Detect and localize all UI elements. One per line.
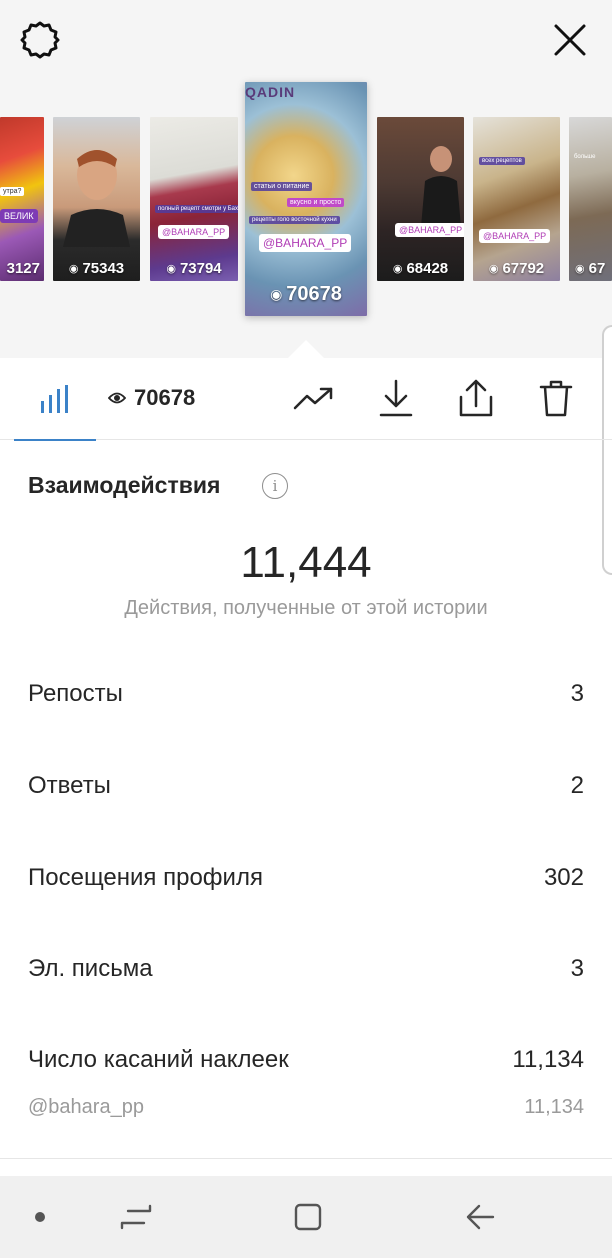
stat-label: Число касаний наклеек bbox=[28, 1046, 289, 1073]
story-thumbnail[interactable]: @BAHARA_PP ◉ 68428 bbox=[377, 117, 464, 281]
story-thumbnail[interactable]: полный рецепт смотри у Бахары @BAHARA_PP… bbox=[150, 117, 238, 281]
trash-icon bbox=[539, 380, 573, 417]
story-thumbnail[interactable]: ◉ 75343 bbox=[53, 117, 140, 281]
mention-value: 11,134 bbox=[524, 1096, 584, 1118]
story-sticker: @BAHARA_PP bbox=[259, 234, 352, 252]
stat-label: Репосты bbox=[28, 680, 123, 707]
story-views: ◉ 67 bbox=[575, 260, 606, 277]
interactions-total: 11,444 bbox=[240, 538, 372, 587]
story-views: ◉ 75343 bbox=[68, 260, 125, 277]
story-text: больше bbox=[574, 154, 596, 160]
story-thumbnail-selected[interactable]: QADIN статьи о питание вкусно и просто р… bbox=[245, 82, 367, 316]
story-sticker: @BAHARA_PP bbox=[479, 229, 551, 243]
story-views: ◉ 70678 bbox=[270, 283, 342, 305]
story-views: ◉ 73794 bbox=[166, 260, 222, 277]
story-text: статьи о питание bbox=[251, 182, 313, 191]
person-silhouette bbox=[421, 146, 461, 227]
story-text: QADIN bbox=[245, 84, 296, 100]
home-icon[interactable] bbox=[284, 1196, 332, 1238]
download-button[interactable] bbox=[372, 376, 420, 420]
stat-value: 302 bbox=[543, 864, 584, 891]
stat-row-sticker-taps: Число касаний наклеек 11,134 bbox=[28, 1046, 584, 1074]
interactions-caption: Действия, полученные от этой истории bbox=[124, 597, 488, 619]
stat-label: Ответы bbox=[28, 772, 111, 799]
eye-icon: ◉ bbox=[166, 263, 176, 275]
system-nav-bar bbox=[0, 1176, 612, 1258]
stat-value: 3 bbox=[570, 680, 584, 707]
story-text: полный рецепт смотри у Бахары bbox=[155, 205, 238, 213]
story-text: вкусно и просто bbox=[287, 198, 345, 207]
mention-label[interactable]: @bahara_pp bbox=[28, 1096, 144, 1119]
stat-value: 2 bbox=[570, 772, 584, 799]
stat-subrow-mention: @bahara_pp 11,134 bbox=[28, 1096, 584, 1119]
story-sticker: @BAHARA_PP bbox=[395, 223, 464, 237]
story-thumbnail[interactable]: больше ◉ 67 bbox=[569, 117, 612, 281]
nav-dot-icon[interactable] bbox=[28, 1196, 52, 1238]
stat-value: 3 bbox=[570, 955, 584, 982]
download-icon bbox=[379, 379, 413, 417]
delete-button[interactable] bbox=[532, 376, 580, 420]
close-icon[interactable] bbox=[548, 18, 592, 62]
recent-apps-icon[interactable] bbox=[112, 1196, 160, 1238]
eye-icon: ◉ bbox=[270, 286, 283, 302]
stat-value: 11,134 bbox=[512, 1046, 584, 1073]
eye-icon: ◉ bbox=[488, 263, 499, 275]
views-count: 70678 bbox=[108, 376, 218, 420]
info-icon[interactable]: i bbox=[262, 473, 288, 499]
stories-strip: утра? ВЕЛИК 3127 ◉ 75343 полный рецепт с… bbox=[0, 0, 612, 358]
back-icon[interactable] bbox=[456, 1196, 504, 1238]
story-views: ◉ 67792 bbox=[488, 260, 545, 277]
bar-chart-icon bbox=[41, 385, 68, 413]
story-text: всех рецептов bbox=[479, 157, 525, 165]
story-text: рецепты голо восточной кухни bbox=[249, 216, 340, 224]
story-text: утра? bbox=[0, 187, 25, 196]
story-sticker: @BAHARA_PP bbox=[158, 225, 230, 239]
stat-row-emails: Эл. письма 3 bbox=[28, 955, 584, 983]
story-views: 3127 bbox=[6, 260, 40, 277]
section-title: Взаимодействия bbox=[28, 472, 221, 498]
story-toolbar: 70678 bbox=[0, 358, 612, 441]
settings-icon[interactable] bbox=[18, 18, 62, 62]
insights-tab[interactable] bbox=[14, 358, 96, 441]
selected-indicator bbox=[288, 340, 324, 358]
stat-row-reposts: Репосты 3 bbox=[28, 680, 584, 708]
share-button[interactable] bbox=[452, 376, 500, 420]
story-thumbnail[interactable]: утра? ВЕЛИК 3127 bbox=[0, 117, 44, 281]
eye-icon bbox=[108, 392, 126, 404]
story-views: ◉ 68428 bbox=[392, 260, 449, 277]
active-tab-underline bbox=[14, 439, 96, 441]
trending-up-icon bbox=[293, 387, 333, 410]
person-silhouette bbox=[63, 150, 130, 247]
story-sticker: ВЕЛИК bbox=[0, 209, 38, 223]
eye-icon: ◉ bbox=[575, 263, 585, 275]
eye-icon: ◉ bbox=[392, 263, 403, 275]
stat-row-replies: Ответы 2 bbox=[28, 772, 584, 800]
share-icon bbox=[459, 379, 493, 417]
stat-label: Эл. письма bbox=[28, 955, 153, 982]
stat-label: Посещения профиля bbox=[28, 864, 263, 891]
stat-row-profile-visits: Посещения профиля 302 bbox=[28, 864, 584, 892]
views-count-value: 70678 bbox=[134, 385, 196, 410]
story-thumbnail[interactable]: всех рецептов @BAHARA_PP ◉ 67792 bbox=[473, 117, 560, 281]
divider bbox=[0, 1158, 612, 1159]
eye-icon: ◉ bbox=[68, 263, 79, 275]
trend-button[interactable] bbox=[290, 376, 338, 420]
